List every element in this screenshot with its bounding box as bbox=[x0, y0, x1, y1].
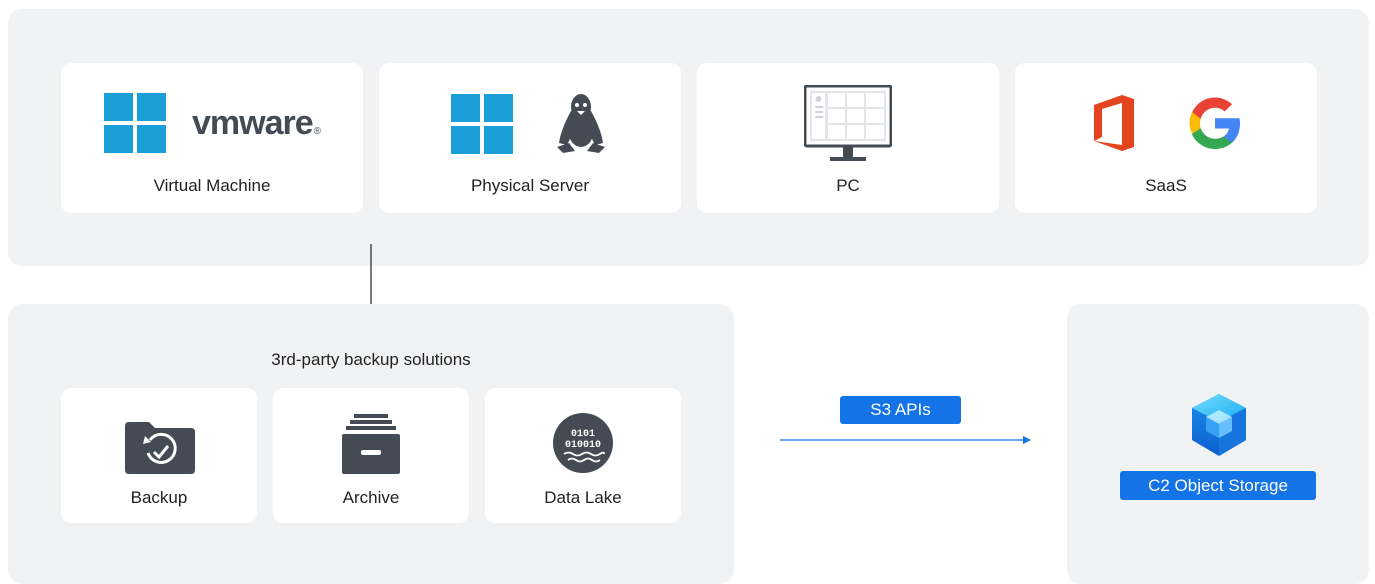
windows-logo-icon bbox=[103, 93, 166, 153]
s3-connection-arrow bbox=[780, 436, 1031, 444]
pc-icons bbox=[697, 85, 999, 163]
backup-card: Backup bbox=[61, 388, 257, 523]
office-logo-icon bbox=[1088, 93, 1138, 153]
backup-solutions-title: 3rd-party backup solutions bbox=[271, 350, 471, 369]
monitor-icon bbox=[804, 85, 892, 163]
data-lake-label: Data Lake bbox=[544, 488, 622, 507]
s3-apis-badge: S3 APIs bbox=[840, 396, 961, 424]
linux-tux-logo-icon bbox=[553, 93, 609, 155]
virtual-machine-card: vmware ® Virtual Machine bbox=[61, 63, 363, 213]
c2-object-storage-badge: C2 Object Storage bbox=[1120, 471, 1316, 500]
physical-server-icons bbox=[379, 93, 681, 155]
physical-server-card: Physical Server bbox=[379, 63, 681, 213]
saas-label: SaaS bbox=[1145, 176, 1187, 195]
archive-card: Archive bbox=[273, 388, 469, 523]
vmware-logo-icon: vmware ® bbox=[191, 103, 321, 142]
saas-card: SaaS bbox=[1015, 63, 1317, 213]
svg-text:0101: 0101 bbox=[571, 429, 595, 440]
folder-restore-icon bbox=[123, 418, 195, 474]
data-lake-card: 0101 010010 Data Lake bbox=[485, 388, 681, 523]
saas-icons bbox=[1015, 93, 1317, 153]
sources-panel: vmware ® Virtual Machine Physical Server… bbox=[8, 9, 1369, 266]
virtual-machine-icons: vmware ® bbox=[61, 93, 363, 153]
archive-label: Archive bbox=[342, 488, 400, 507]
physical-server-label: Physical Server bbox=[470, 176, 590, 195]
cube-icon bbox=[1188, 392, 1250, 458]
windows-logo-icon bbox=[451, 94, 513, 154]
virtual-machine-label: Virtual Machine bbox=[153, 176, 271, 195]
data-lake-icon: 0101 010010 bbox=[552, 412, 614, 474]
svg-text:010010: 010010 bbox=[565, 440, 601, 451]
storage-panel: C2 Object Storage bbox=[1067, 304, 1369, 584]
pc-card: PC bbox=[697, 63, 999, 213]
pc-label: PC bbox=[836, 176, 860, 195]
archive-cabinet-icon bbox=[342, 412, 400, 474]
backup-solutions-panel: 3rd-party backup solutions Backup Archiv… bbox=[8, 304, 734, 584]
google-logo-icon bbox=[1186, 94, 1244, 152]
backup-label: Backup bbox=[130, 488, 188, 507]
